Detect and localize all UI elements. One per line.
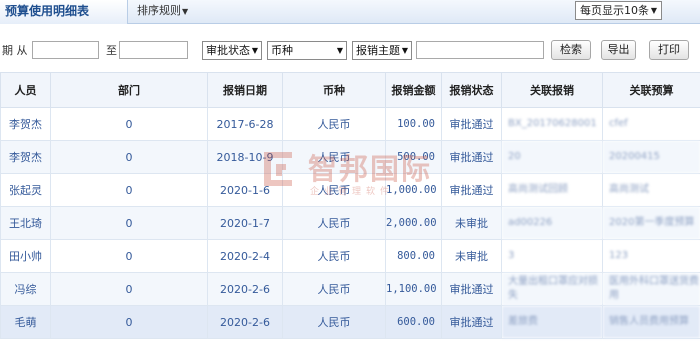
cell-status: 审批通过 [441,173,502,207]
col-header-person[interactable]: 人员 [0,72,51,108]
cell-date: 2018-10-9 [207,140,283,174]
table-row[interactable]: 李贺杰 0 2018-10-9 人民币 500.00 审批通过 20 20200… [0,140,700,174]
cell-status: 审批通过 [441,107,502,141]
cell-person[interactable]: 张起灵 [0,173,51,207]
cell-person[interactable]: 李贺杰 [0,140,51,174]
print-button[interactable]: 打印 [649,40,689,60]
filter-bar: 期 从 至 审批状态 ▼ 币种 ▼ 报销主题 ▼ 检索 导出 打印 [0,38,700,62]
cell-linked-budget[interactable]: 医用外科口罩送货费用 [602,272,700,306]
cell-currency: 人民币 [282,140,386,174]
cell-linked-budget[interactable]: 123 [602,239,700,273]
col-header-date[interactable]: 报销日期 [207,72,283,108]
date-from-label: 期 从 [2,44,28,57]
cell-status: 未审批 [441,239,502,273]
cell-person[interactable]: 李贺杰 [0,107,51,141]
cell-date: 2020-2-6 [207,272,283,306]
col-header-amount[interactable]: 报销金额 [385,72,442,108]
cell-currency: 人民币 [282,206,386,240]
page-title-tab[interactable]: 预算使用明细表 [0,0,128,24]
table-row[interactable]: 张起灵 0 2020-1-6 人民币 1,000.00 审批通过 高尚测试回顾 … [0,173,700,207]
budget-detail-table: 人员 部门 报销日期 币种 报销金额 报销状态 关联报销 关联预算 李贺杰 0 … [0,72,700,339]
date-to-label: 至 [106,44,117,57]
cell-status: 审批通过 [441,140,502,174]
currency-select-value: 币种 [271,44,293,57]
cell-person[interactable]: 冯综 [0,272,51,306]
cell-date: 2020-1-7 [207,206,283,240]
cell-amount: 100.00 [385,107,442,141]
cell-dept: 0 [50,272,208,306]
status-select-value: 审批状态 [206,44,250,57]
export-button[interactable]: 导出 [601,40,636,60]
cell-currency: 人民币 [282,173,386,207]
cell-linked-claim[interactable]: 高尚测试回顾 [501,173,603,207]
chevron-down-icon: ▼ [336,46,343,55]
cell-date: 2020-2-6 [207,305,283,339]
col-header-status[interactable]: 报销状态 [441,72,502,108]
col-header-dept[interactable]: 部门 [50,72,208,108]
cell-date: 2017-6-28 [207,107,283,141]
cell-amount: 2,000.00 [385,206,442,240]
cell-amount: 500.00 [385,140,442,174]
cell-linked-budget[interactable]: 20200415 [602,140,700,174]
chevron-down-icon: ▼ [182,7,189,16]
chevron-down-icon: ▼ [251,46,258,55]
cell-currency: 人民币 [282,239,386,273]
cell-linked-budget[interactable]: cfef [602,107,700,141]
status-select[interactable]: 审批状态 ▼ [202,41,262,60]
col-header-linked-claim[interactable]: 关联报销 [501,72,603,108]
table-row[interactable]: 李贺杰 0 2017-6-28 人民币 100.00 审批通过 BX_20170… [0,107,700,141]
table-row[interactable]: 冯综 0 2020-2-6 人民币 1,100.00 审批通过 大量出租口罩应对… [0,272,700,306]
subject-select-value: 报销主题 [356,44,400,57]
cell-status: 审批通过 [441,305,502,339]
col-header-linked-budget[interactable]: 关联预算 [602,72,700,108]
cell-dept: 0 [50,239,208,273]
cell-currency: 人民币 [282,272,386,306]
table-row[interactable]: 田小帅 0 2020-2-4 人民币 800.00 未审批 3 123 [0,239,700,273]
cell-dept: 0 [50,305,208,339]
cell-amount: 1,000.00 [385,173,442,207]
subject-select[interactable]: 报销主题 ▼ [352,41,412,60]
cell-dept: 0 [50,107,208,141]
cell-currency: 人民币 [282,305,386,339]
currency-select[interactable]: 币种 ▼ [267,41,347,60]
cell-linked-claim[interactable]: 差旅费 [501,305,603,339]
chevron-down-icon: ▼ [401,46,408,55]
table-row[interactable]: 毛萌 0 2020-2-6 人民币 600.00 审批通过 差旅费 销售人员费用… [0,305,700,339]
table-row[interactable]: 王北琦 0 2020-1-7 人民币 2,000.00 未审批 ad00226 … [0,206,700,240]
cell-currency: 人民币 [282,107,386,141]
cell-linked-claim[interactable]: ad00226 [501,206,603,240]
sort-rule-label: 排序规则 [137,4,181,17]
cell-date: 2020-2-4 [207,239,283,273]
cell-dept: 0 [50,140,208,174]
cell-linked-budget[interactable]: 高尚测试 [602,173,700,207]
cell-amount: 800.00 [385,239,442,273]
cell-linked-budget[interactable]: 2020第一季度预算 [602,206,700,240]
cell-linked-claim[interactable]: 20 [501,140,603,174]
top-tab-bar: 预算使用明细表 排序规则▼ 每页显示10条 ▼ [0,0,700,24]
cell-linked-claim[interactable]: BX_20170628001 [501,107,603,141]
cell-person[interactable]: 王北琦 [0,206,51,240]
cell-amount: 1,100.00 [385,272,442,306]
col-header-currency[interactable]: 币种 [282,72,386,108]
chevron-down-icon: ▼ [650,6,657,15]
date-from-input[interactable] [32,41,99,59]
cell-linked-budget[interactable]: 销售人员费用预算 [602,305,700,339]
subject-search-input[interactable] [416,41,544,59]
cell-date: 2020-1-6 [207,173,283,207]
cell-linked-claim[interactable]: 3 [501,239,603,273]
page-size-value: 每页显示10条 [580,4,649,17]
search-button[interactable]: 检索 [551,40,591,60]
sort-rule-dropdown[interactable]: 排序规则▼ [137,0,188,23]
cell-amount: 600.00 [385,305,442,339]
cell-status: 未审批 [441,206,502,240]
cell-dept: 0 [50,206,208,240]
date-to-input[interactable] [119,41,188,59]
table-header-row: 人员 部门 报销日期 币种 报销金额 报销状态 关联报销 关联预算 [0,72,700,108]
page-size-select[interactable]: 每页显示10条 ▼ [575,1,662,20]
cell-person[interactable]: 毛萌 [0,305,51,339]
cell-status: 审批通过 [441,272,502,306]
cell-person[interactable]: 田小帅 [0,239,51,273]
cell-dept: 0 [50,173,208,207]
cell-linked-claim[interactable]: 大量出租口罩应对损失 [501,272,603,306]
